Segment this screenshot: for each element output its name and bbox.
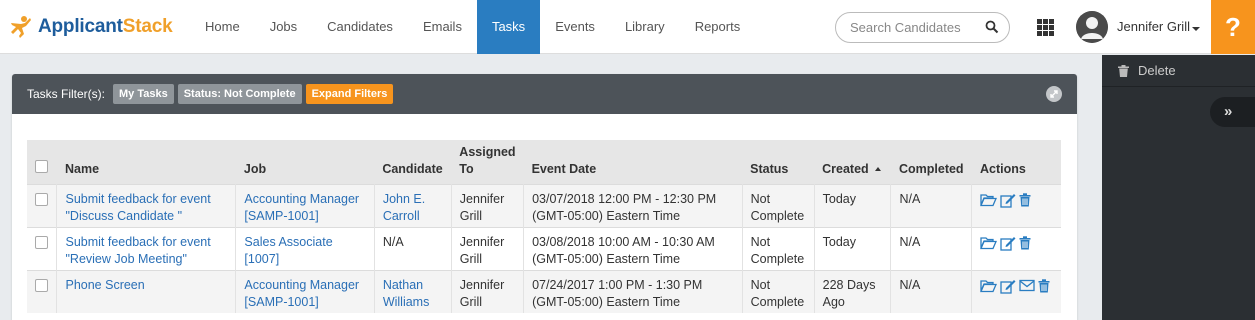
col-header-name[interactable]: Name [57,140,236,184]
trash-icon[interactable] [1019,192,1031,207]
nav-library[interactable]: Library [610,0,680,54]
filter-title: Tasks Filter(s): [27,87,105,101]
job-cell[interactable]: Accounting Manager [SAMP-1001] [235,270,375,313]
nav-tasks[interactable]: Tasks [476,0,541,54]
assigned-to-cell: Jennifer Grill [451,184,525,227]
expand-arrows-icon[interactable] [1046,86,1062,102]
tasks-table: Name Job Candidate Assigned To Event Date… [27,140,1061,313]
filter-bar: Tasks Filter(s): My Tasks Status: Not Co… [12,74,1077,114]
created-cell: Today [814,184,892,227]
nav-candidates[interactable]: Candidates [312,0,408,54]
search-box [835,12,1010,43]
col-header-candidate[interactable]: Candidate [374,140,451,184]
completed-cell: N/A [890,184,973,227]
assigned-to-cell: Jennifer Grill [451,227,525,270]
assigned-to-cell: Jennifer Grill [451,270,525,313]
table-row: Submit feedback for event "Discuss Candid… [27,184,1061,227]
event-date-cell: 07/24/2017 1:00 PM - 1:30 PM (GMT-05:00) … [523,270,743,313]
row-checkbox[interactable] [35,192,48,206]
trash-icon [1118,64,1129,77]
event-date-cell: 03/08/2018 10:00 AM - 10:30 AM (GMT-05:00… [523,227,743,270]
trash-icon[interactable] [1019,235,1031,250]
edit-icon[interactable] [1000,236,1016,251]
user-name[interactable]: Jennifer Grill [1117,0,1190,54]
caret-down-icon[interactable] [1192,27,1200,31]
select-all-checkbox[interactable] [35,159,48,173]
expand-filters-button[interactable]: Expand Filters [305,84,394,104]
top-navbar: ApplicantStack Home Jobs Candidates Emai… [0,0,1255,54]
row-select-cell [27,270,58,313]
applicantstack-logo[interactable]: ApplicantStack [8,13,173,41]
apps-grid-icon[interactable] [1037,19,1054,36]
row-select-cell [27,184,58,227]
col-header-completed[interactable]: Completed [891,140,972,184]
nav-emails[interactable]: Emails [408,0,477,54]
nav-events[interactable]: Events [540,0,610,54]
delete-button[interactable]: Delete [1102,55,1255,87]
logo-figure-icon [11,16,31,38]
trash-icon[interactable] [1038,278,1050,293]
row-select-cell [27,227,58,270]
row-checkbox[interactable] [35,278,48,292]
created-cell: 228 Days Ago [814,270,892,313]
nav-jobs[interactable]: Jobs [255,0,312,54]
actions-cell [972,270,1061,313]
panel-toggle-button[interactable]: » [1210,97,1255,127]
col-header-assigned-to[interactable]: Assigned To [451,140,523,184]
status-cell: Not Complete [742,184,815,227]
edit-icon[interactable] [1000,279,1016,294]
task-name-cell[interactable]: Phone Screen [56,270,237,313]
filter-tag-status[interactable]: Status: Not Complete [177,84,302,104]
right-side-panel: Delete » [1102,55,1255,320]
candidate-cell: N/A [374,227,452,270]
event-date-cell: 03/07/2018 12:00 PM - 12:30 PM (GMT-05:00… [523,184,743,227]
task-name-cell[interactable]: Submit feedback for event "Discuss Candid… [56,184,237,227]
search-icon[interactable] [985,20,999,34]
table-header-row: Name Job Candidate Assigned To Event Date… [27,140,1061,184]
user-avatar-icon[interactable] [1076,11,1108,43]
help-button[interactable]: ? [1211,0,1255,54]
col-header-event-date[interactable]: Event Date [524,140,743,184]
tasks-card: Tasks Filter(s): My Tasks Status: Not Co… [12,74,1077,320]
table-row: Phone Screen Accounting Manager [SAMP-1001… [27,270,1061,313]
candidate-cell[interactable]: John E. Carroll [374,184,452,227]
edit-icon[interactable] [1000,193,1016,208]
select-all-cell [27,140,57,184]
completed-cell: N/A [890,270,973,313]
folder-open-icon[interactable] [980,279,998,293]
delete-label: Delete [1138,63,1176,78]
table-row: Submit feedback for event "Review Job Mee… [27,227,1061,270]
logo-text: ApplicantStack [38,16,173,37]
task-name-cell[interactable]: Submit feedback for event "Review Job Mee… [56,227,237,270]
col-header-status[interactable]: Status [742,140,814,184]
col-header-actions: Actions [979,161,1026,176]
nav-reports[interactable]: Reports [680,0,756,54]
envelope-icon[interactable] [1019,279,1036,292]
completed-cell: N/A [890,227,973,270]
sort-asc-icon [874,167,881,172]
main-nav: Home Jobs Candidates Emails Tasks Events… [190,0,755,54]
search-input[interactable] [836,13,971,42]
nav-home[interactable]: Home [190,0,255,54]
folder-open-icon[interactable] [980,193,998,207]
status-cell: Not Complete [742,270,815,313]
actions-cell [972,227,1061,270]
status-cell: Not Complete [742,227,815,270]
candidate-cell[interactable]: Nathan Williams [374,270,452,313]
filter-tag-my-tasks[interactable]: My Tasks [113,84,174,104]
created-cell: Today [814,227,892,270]
col-header-created[interactable]: Created [814,140,891,184]
row-checkbox[interactable] [35,235,48,249]
job-cell[interactable]: Accounting Manager [SAMP-1001] [235,184,375,227]
double-chevron-right-icon: » [1224,103,1233,120]
actions-cell [972,184,1061,227]
folder-open-icon[interactable] [980,236,998,250]
job-cell[interactable]: Sales Associate [1007] [235,227,375,270]
col-header-job[interactable]: Job [236,140,374,184]
